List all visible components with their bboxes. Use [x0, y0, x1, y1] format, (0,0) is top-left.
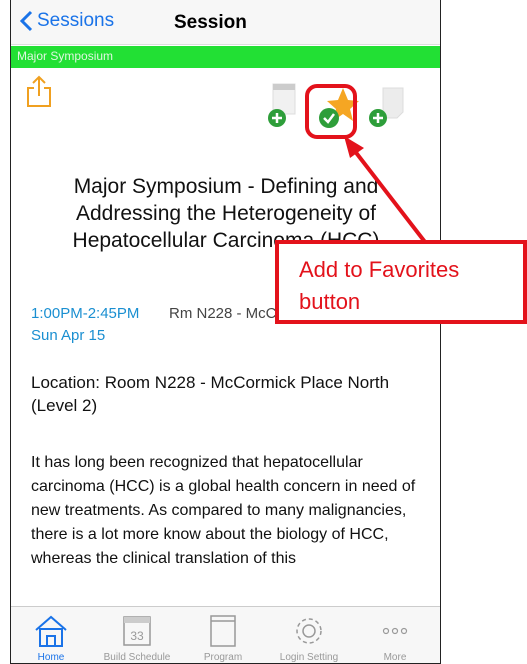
svg-text:33: 33	[130, 629, 144, 643]
tab-label: Program	[203, 652, 243, 663]
calendar-icon: 33	[123, 616, 151, 646]
tab-bar: Home 33 Build Schedule Program Login Set…	[11, 606, 440, 663]
tab-label: Build Schedule	[103, 652, 171, 663]
session-date: Sun Apr 15	[31, 327, 106, 344]
callout-text: Add to Favorites button	[299, 257, 460, 314]
annotation-callout: Add to Favorites button	[275, 240, 527, 324]
favorites-highlight-box	[305, 84, 357, 139]
phone-screen: Sessions Session Major Symposium Major S…	[10, 0, 441, 664]
add-note-icon[interactable]	[367, 86, 407, 130]
back-button-label: Sessions	[37, 10, 115, 31]
page-title: Session	[174, 12, 247, 33]
share-icon[interactable]	[25, 74, 53, 108]
category-label: Major Symposium	[17, 49, 114, 63]
navigation-bar: Sessions Session	[11, 0, 440, 45]
tab-program[interactable]: Program	[183, 607, 263, 663]
chevron-left-icon	[19, 10, 33, 32]
tab-login-setting[interactable]: Login Setting	[269, 607, 349, 663]
tab-label: Home	[37, 652, 65, 663]
tab-more[interactable]: More	[355, 607, 435, 663]
more-dots-icon	[382, 627, 408, 635]
gear-icon	[296, 618, 322, 644]
session-description: It has long been recognized that hepatoc…	[31, 454, 416, 567]
back-button[interactable]: Sessions	[19, 10, 114, 32]
tab-build-schedule[interactable]: 33 Build Schedule	[97, 607, 177, 663]
category-bar: Major Symposium	[11, 46, 440, 68]
session-time: 1:00PM-2:45PM	[31, 305, 140, 322]
book-icon	[210, 615, 236, 647]
add-to-calendar-icon[interactable]	[267, 82, 299, 130]
tab-label: Login Setting	[279, 652, 339, 663]
session-time-row: 1:00PM-2:45PM Rm N228 - McCormick Place	[31, 305, 362, 322]
tab-home[interactable]: Home	[11, 607, 91, 663]
tab-label: More	[383, 652, 407, 663]
home-icon	[35, 615, 67, 647]
session-location: Location: Room N228 - McCormick Place No…	[31, 373, 390, 415]
